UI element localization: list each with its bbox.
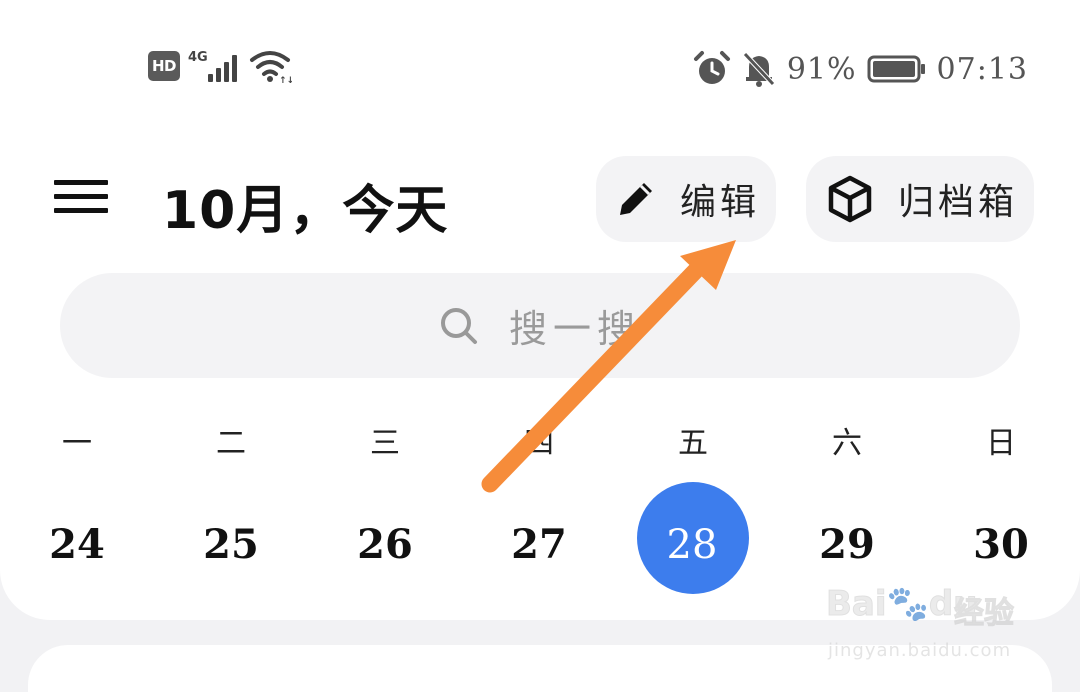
day-cell[interactable]: 27 [484,500,594,590]
edit-button[interactable]: 编辑 [596,156,776,242]
today-number: 28 [666,522,718,568]
wifi-icon: ↑↓ [250,51,292,84]
paw-icon: 🐾 [886,584,929,625]
watermark-cn: 经验 [954,596,1015,632]
weekday-label: 五 [678,426,708,461]
alarm-icon [693,51,730,84]
day-cell[interactable]: 26 [330,500,440,590]
pencil-icon [620,183,652,215]
archive-button[interactable]: 归档箱 [806,156,1034,242]
hd-icon: HD [148,51,180,81]
menu-icon[interactable] [54,180,108,216]
watermark-url: jingyan.baidu.com [828,640,1012,661]
search-icon [440,307,477,344]
day-cell[interactable]: 29 [792,500,902,590]
signal-icon: 4G [188,48,240,84]
weekday-label: 日 [986,426,1016,461]
battery-icon [867,55,925,83]
archive-label: 归档箱 [898,182,1019,223]
weekday-label: 一 [62,426,92,461]
day-cell[interactable]: 25 [176,500,286,590]
search-placeholder: 搜一搜 [508,307,641,351]
weekday-label: 四 [524,426,554,461]
status-bar-left: HD 4G ↑↓ [148,44,292,88]
day-cell[interactable]: 30 [946,500,1056,590]
weekday-label: 六 [832,426,862,461]
battery-percent: 91% [786,51,857,87]
network-type: 4G [188,50,208,65]
day-cell[interactable]: 24 [22,500,132,590]
weekday-label: 二 [216,426,246,461]
bell-off-icon [743,52,775,87]
day-cell-today[interactable]: 28 [637,482,749,594]
search-input[interactable]: 搜一搜 [60,273,1020,378]
clock: 07:13 [936,51,1028,87]
svg-text:↑↓: ↑↓ [279,76,292,84]
status-bar-right: 91% 07:13 [693,44,1028,94]
edit-label: 编辑 [680,182,761,223]
page-title: 10月，今天 [162,181,449,241]
baidu-watermark: Bai🐾du 经验 jingyan.baidu.com [826,578,1026,668]
weekday-label: 三 [370,426,400,461]
box-icon [828,175,872,223]
